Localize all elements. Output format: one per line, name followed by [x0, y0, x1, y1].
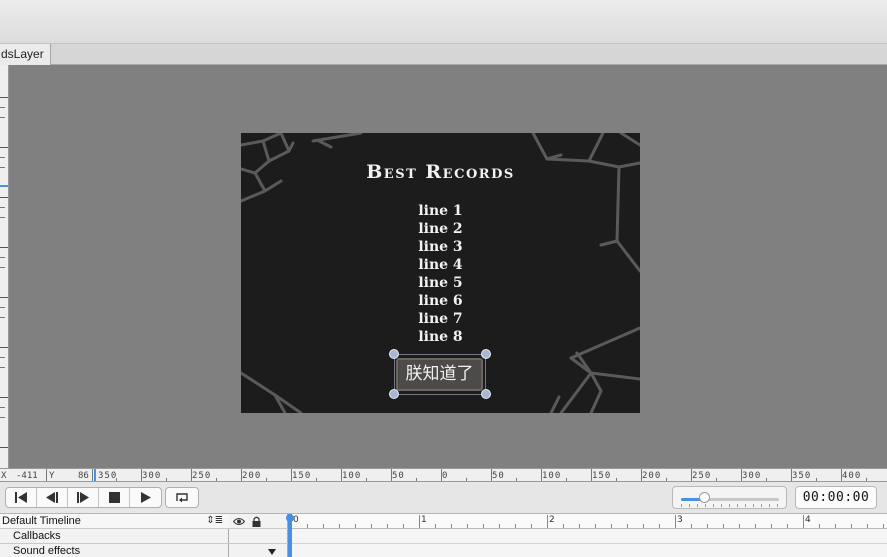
ruler-tick-label: 300 — [742, 471, 762, 481]
record-line: line 3 — [418, 239, 463, 255]
tab-layer[interactable]: dsLayer — [0, 44, 51, 65]
resize-handle-bottom-left[interactable] — [389, 389, 399, 399]
disclosure-triangle-icon[interactable] — [268, 549, 276, 555]
step-back-icon — [46, 492, 58, 503]
record-line: line 2 — [418, 221, 463, 237]
timeline-row-callbacks[interactable]: Callbacks — [0, 529, 229, 544]
timeline-ruler-label: 3 — [677, 515, 683, 525]
timeline-row-sound-effects[interactable]: Sound effects — [0, 544, 229, 557]
horizontal-ruler: X -411 Y 86 350 300 250 200 150 100 50 0… — [0, 468, 887, 482]
ruler-tick-label: 250 — [192, 471, 212, 481]
ruler-tick-label: 200 — [642, 471, 662, 481]
step-forward-button[interactable] — [68, 488, 99, 507]
records-title: Best Records — [366, 161, 515, 183]
resize-handle-bottom-right[interactable] — [481, 389, 491, 399]
step-back-button[interactable] — [37, 488, 68, 507]
vruler-cursor-marker — [0, 185, 8, 187]
step-forward-icon — [77, 492, 89, 503]
ruler-tick-label: 400 — [842, 471, 862, 481]
resize-handle-top-right[interactable] — [481, 349, 491, 359]
ruler-tick-label: 300 — [142, 471, 162, 481]
records-list: line 1 line 2 line 3 line 4 line 5 line … — [241, 202, 640, 346]
ruler-tick-label: 150 — [292, 471, 312, 481]
go-to-start-button[interactable] — [6, 488, 37, 507]
zoom-slider-ticks — [681, 504, 778, 507]
y-coordinate: 86 — [78, 471, 89, 481]
vertical-ruler — [0, 65, 9, 468]
y-label: Y — [49, 471, 55, 481]
x-coordinate: -411 — [16, 471, 38, 481]
ruler-tick-label: 200 — [242, 471, 262, 481]
timeline-name: Default Timeline — [2, 515, 81, 527]
record-line: line 4 — [418, 257, 463, 273]
x-label: X — [1, 471, 7, 481]
ruler-tick-label: 50 — [392, 471, 405, 481]
zoom-slider-track[interactable] — [681, 498, 779, 501]
zoom-slider[interactable] — [672, 486, 787, 509]
timeline-menu-icon[interactable]: ⇕≣ — [206, 514, 223, 528]
ruler-tick-label: 250 — [692, 471, 712, 481]
time-display: 00:00:00 — [795, 486, 877, 509]
hruler-cursor-marker — [94, 469, 96, 481]
game-stage[interactable]: Best Records line 1 line 2 line 3 line 4… — [241, 133, 640, 413]
ruler-tick-label: 350 — [98, 471, 118, 481]
playhead-handle[interactable] — [286, 514, 294, 522]
record-line: line 6 — [418, 293, 463, 309]
document-tab-strip: dsLayer — [0, 44, 887, 65]
playback-controls: 00:00:00 — [0, 482, 887, 514]
timeline-ruler-label: 1 — [421, 515, 427, 525]
timeline-playhead[interactable] — [286, 514, 294, 557]
zoom-slider-thumb[interactable] — [699, 492, 710, 503]
skip-to-start-icon — [15, 492, 27, 503]
timeline-sequence-list: Default Timeline ⇕≣ Callbacks Sound effe… — [0, 514, 229, 557]
ruler-tick-label: 150 — [592, 471, 612, 481]
ruler-tick-label: 100 — [342, 471, 362, 481]
visibility-eye-icon[interactable] — [233, 517, 245, 526]
play-button[interactable] — [130, 488, 161, 507]
loop-button[interactable] — [165, 487, 199, 508]
timeline-ruler-label: 4 — [805, 515, 811, 525]
ruler-tick-label: 100 — [542, 471, 562, 481]
timeline-row-label: Sound effects — [13, 545, 81, 557]
timeline-track-area[interactable]: 0 1 2 3 4 — [286, 514, 887, 557]
selection-box — [394, 354, 486, 395]
timeline-panel: Default Timeline ⇕≣ Callbacks Sound effe… — [0, 514, 887, 557]
loop-icon — [176, 493, 188, 503]
play-icon — [141, 492, 151, 503]
timeline-selector[interactable]: Default Timeline ⇕≣ — [0, 514, 229, 529]
resize-handle-top-left[interactable] — [389, 349, 399, 359]
timeline-row-label: Callbacks — [13, 530, 61, 542]
timeline-ruler: 0 1 2 3 4 — [288, 514, 887, 529]
stop-icon — [108, 492, 120, 503]
timeline-toggle-column — [229, 514, 288, 557]
transport-button-group — [5, 487, 162, 508]
record-line: line 5 — [418, 275, 463, 291]
timeline-ruler-label: 2 — [549, 515, 555, 525]
record-line: line 1 — [418, 203, 463, 219]
ruler-tick-label: 350 — [792, 471, 812, 481]
ruler-tick-label: 50 — [492, 471, 505, 481]
lock-icon[interactable] — [252, 516, 261, 527]
record-line: line 7 — [418, 311, 463, 327]
ruler-tick-label: 0 — [442, 471, 449, 481]
record-line: line 8 — [418, 329, 463, 345]
stop-button[interactable] — [99, 488, 130, 507]
window-toolbar — [0, 0, 887, 44]
